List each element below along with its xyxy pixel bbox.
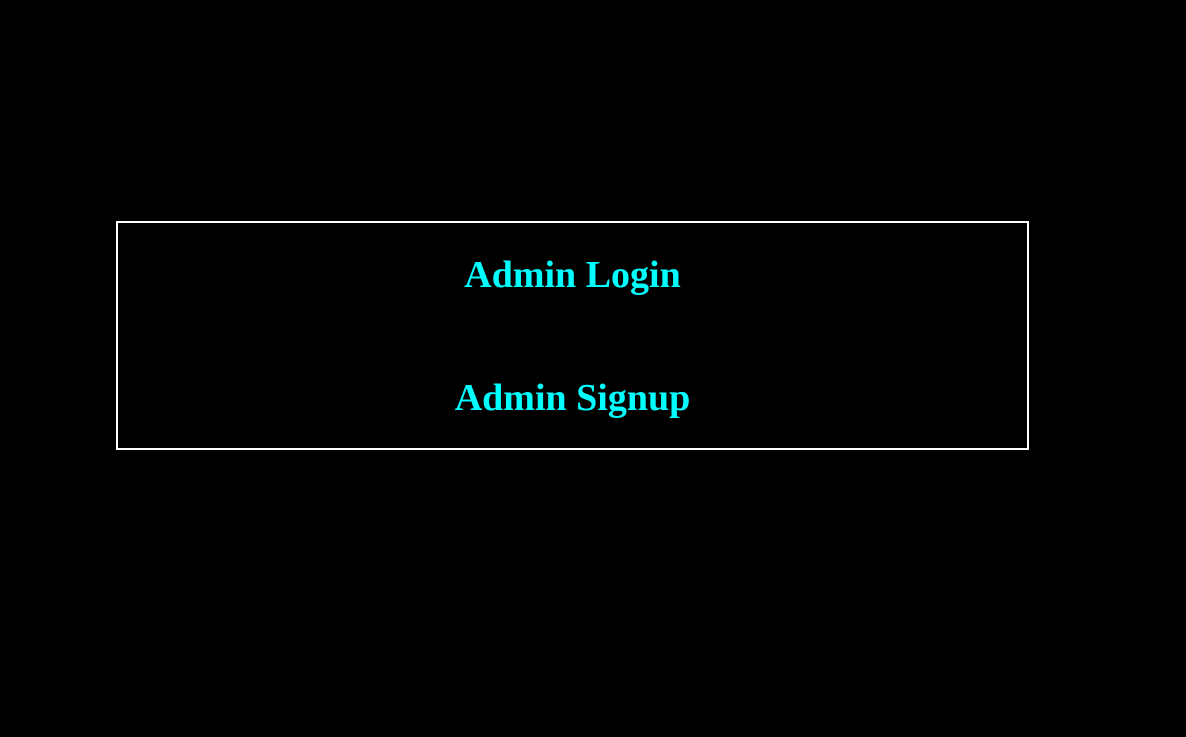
admin-signup-link[interactable]: Admin Signup [118,376,1027,420]
admin-login-link[interactable]: Admin Login [118,253,1027,297]
page: Admin Login Admin Signup [0,0,1186,737]
admin-menu-box: Admin Login Admin Signup [116,221,1029,450]
